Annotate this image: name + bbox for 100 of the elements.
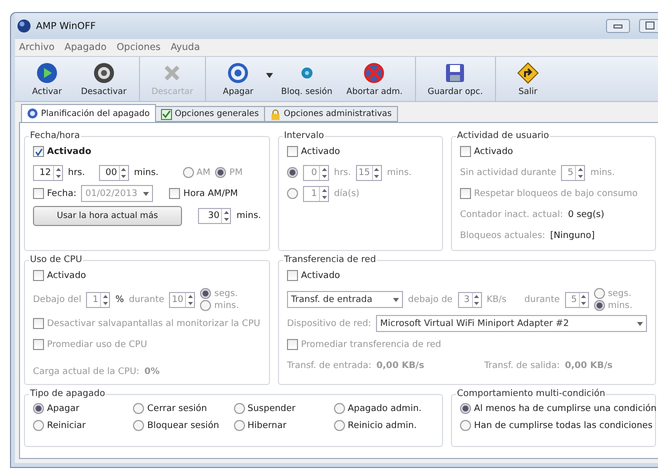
unit-label: KB/s	[486, 294, 506, 304]
spin-arrows-icon[interactable]	[575, 166, 584, 180]
field-label: Transf. de entrada:	[287, 360, 372, 370]
tab[interactable]: Planificación del apagado	[21, 104, 156, 122]
globe-icon	[17, 19, 31, 33]
toolbar-button[interactable]: Activar	[21, 57, 73, 101]
unit-label: mins.	[134, 168, 158, 178]
toolbar-button[interactable]: Guardar opc.	[422, 57, 489, 101]
menu-item[interactable]: Archivo	[19, 42, 55, 53]
unit-label: mins.	[386, 168, 412, 178]
toolbar-button[interactable]: Salir	[502, 57, 554, 101]
dropdown-arrow-icon	[637, 322, 643, 326]
spin-arrows-icon[interactable]	[578, 292, 588, 306]
toolbar-button[interactable]: Desactivar	[75, 57, 133, 101]
rate-value: 0,00 KB/s	[564, 360, 613, 370]
radio-button[interactable]: Apagar	[33, 403, 134, 414]
radio-button[interactable]: Bloquear sesión	[133, 420, 234, 431]
spin-field[interactable]: 5	[561, 164, 586, 180]
radio-button[interactable]: Reiniciar	[33, 420, 134, 431]
tab[interactable]: Opciones generales	[154, 106, 265, 122]
field-label: Dispositivo de red:	[287, 318, 372, 328]
checkbox[interactable]: Fecha:	[33, 188, 76, 199]
spin-arrows-icon[interactable]	[118, 166, 128, 180]
spin-field[interactable]: 1	[86, 292, 110, 308]
menu-item[interactable]: Apagado	[64, 42, 107, 53]
spin-field[interactable]: 5	[564, 292, 589, 308]
group-title: Transferencia de red	[283, 255, 377, 265]
device-dropdown[interactable]: Microsoft Virtual WiFi Miniport Adapter #2	[376, 315, 647, 332]
radio-button[interactable]	[287, 188, 298, 199]
radio-button[interactable]: Reinicio admin.	[334, 420, 434, 431]
cpu-load-value: 0%	[144, 366, 160, 376]
power-icon	[227, 62, 250, 84]
spin-arrows-icon[interactable]	[319, 186, 328, 200]
spin-arrows-icon[interactable]	[185, 292, 194, 306]
unit-label: hrs.	[334, 168, 351, 178]
dropdown-arrow-icon	[393, 298, 399, 302]
checkmark-icon	[34, 148, 42, 156]
use-current-time-button[interactable]: Usar la hora actual más	[33, 206, 182, 226]
group-title: Fecha/hora	[29, 131, 81, 141]
spin-field[interactable]: 3	[458, 292, 482, 308]
toolbar-button[interactable]: Abortar adm.	[340, 57, 409, 101]
counter-value: 0 seg(s)	[568, 210, 604, 220]
group-title: Intervalo	[283, 131, 325, 141]
group-title: Tipo de apagado	[29, 389, 106, 399]
checkbox[interactable]: Activado	[33, 146, 92, 157]
minimize-icon[interactable]	[606, 19, 630, 33]
radio-button[interactable]: Suspender	[234, 403, 334, 414]
spin-field[interactable]: 00	[98, 164, 129, 180]
save-icon	[444, 62, 466, 84]
radio-button[interactable]: Han de cumplirse todas las condiciones	[460, 420, 657, 431]
spin-field[interactable]: 1	[303, 186, 329, 202]
unit-label: hrs.	[68, 168, 85, 178]
checkbox[interactable]: Activado	[287, 146, 340, 157]
spin-arrows-icon[interactable]	[472, 292, 481, 306]
checkbox[interactable]: Activado	[33, 270, 86, 281]
group-title: Actividad de usuario	[456, 131, 550, 141]
stop-icon	[92, 62, 115, 84]
field-label: durante	[524, 294, 560, 304]
direction-dropdown[interactable]: Transf. de entrada	[287, 291, 403, 308]
spin-field[interactable]: 15	[356, 164, 382, 180]
spin-arrows-icon[interactable]	[53, 166, 62, 180]
radio-button[interactable]: Al menos ha de cumplirse una condición	[460, 403, 657, 414]
field-label: Bloqueos actuales:	[460, 230, 546, 240]
tab[interactable]: Opciones administrativas	[264, 106, 398, 122]
group-title: Comportamiento multi-condición	[456, 389, 606, 399]
spin-field[interactable]: 10	[169, 292, 196, 308]
checkbox[interactable]: Activado	[287, 270, 340, 281]
dot-icon	[300, 66, 313, 78]
checkbox[interactable]: Activado	[460, 146, 514, 157]
spin-arrows-icon[interactable]	[221, 209, 230, 223]
cancel-icon	[363, 62, 386, 84]
field-label: Contador inact. actual:	[460, 210, 563, 220]
spin-field[interactable]: 12	[33, 164, 63, 180]
spin-arrows-icon[interactable]	[372, 166, 381, 180]
spin-field[interactable]: 0	[303, 164, 329, 180]
radio-button[interactable]: Hibernar	[234, 420, 334, 431]
unit-label: mins.	[590, 168, 615, 178]
field-label: durante	[128, 294, 164, 304]
exit-icon	[516, 62, 539, 84]
spin-arrows-icon[interactable]	[319, 166, 328, 180]
checklist-icon	[160, 108, 172, 120]
spin-field[interactable]: 30	[198, 208, 232, 224]
field-label: Sin actividad durante	[460, 168, 556, 178]
radio-button[interactable]: Cerrar sesión	[133, 403, 234, 414]
toolbar-button[interactable]: Apagar	[212, 57, 264, 101]
field-label: debajo de	[408, 294, 453, 304]
spin-arrows-icon[interactable]	[100, 292, 110, 306]
menu-item[interactable]: Ayuda	[170, 42, 200, 53]
checkbox[interactable]: Hora AM/PM	[169, 188, 238, 199]
rate-value: 0,00 KB/s	[376, 360, 424, 370]
menu-item[interactable]: Opciones	[116, 42, 161, 53]
radio-button[interactable]	[287, 167, 298, 178]
field-label: Transf. de salida:	[484, 360, 560, 370]
unit-label: %	[115, 294, 124, 304]
lock-icon	[270, 108, 281, 120]
toolbar-button[interactable]: Bloq. sesión	[275, 57, 338, 101]
field-label: Debajo del	[33, 294, 82, 304]
dropdown-caret-icon[interactable]	[266, 72, 274, 78]
maximize-icon[interactable]	[639, 19, 658, 33]
radio-button[interactable]: Apagado admin.	[334, 403, 434, 414]
